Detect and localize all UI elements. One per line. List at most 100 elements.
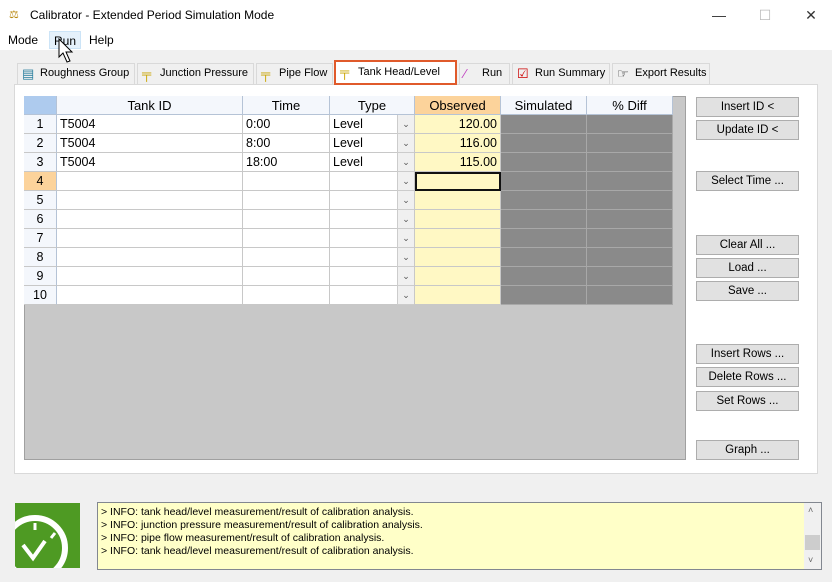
row-header[interactable]: 9 bbox=[24, 267, 57, 286]
row-header[interactable]: 8 bbox=[24, 248, 57, 267]
close-button[interactable]: ✕ bbox=[796, 4, 826, 26]
save-button[interactable]: Save ... bbox=[696, 281, 799, 301]
pct-diff-cell bbox=[587, 229, 673, 248]
type-dropdown-icon[interactable]: ⌄ bbox=[397, 134, 414, 153]
observed-cell[interactable] bbox=[415, 229, 501, 248]
tab-junction-pressure[interactable]: ╤ Junction Pressure bbox=[137, 63, 254, 84]
type-dropdown-icon[interactable]: ⌄ bbox=[397, 172, 414, 191]
type-dropdown-icon[interactable]: ⌄ bbox=[397, 286, 414, 305]
time-cell[interactable] bbox=[243, 248, 330, 267]
observed-cell[interactable] bbox=[415, 191, 501, 210]
type-dropdown-icon[interactable]: ⌄ bbox=[397, 115, 414, 134]
tank-id-cell[interactable]: T5004 bbox=[57, 153, 243, 172]
type-dropdown-icon[interactable]: ⌄ bbox=[397, 248, 414, 267]
tank-id-cell[interactable] bbox=[57, 286, 243, 305]
menu-help[interactable]: Help bbox=[87, 33, 116, 47]
time-cell[interactable] bbox=[243, 229, 330, 248]
column-header-tank-id[interactable]: Tank ID bbox=[57, 96, 243, 115]
simulated-cell bbox=[501, 286, 587, 305]
tank-id-cell[interactable] bbox=[57, 267, 243, 286]
minimize-button[interactable]: — bbox=[704, 4, 734, 26]
tank-id-cell[interactable]: T5004 bbox=[57, 134, 243, 153]
clear-all-button[interactable]: Clear All ... bbox=[696, 235, 799, 255]
time-cell[interactable] bbox=[243, 191, 330, 210]
type-dropdown-icon[interactable]: ⌄ bbox=[397, 210, 414, 229]
scroll-up-icon[interactable]: ˄ bbox=[808, 505, 813, 515]
insert-rows-button[interactable]: Insert Rows ... bbox=[696, 344, 799, 364]
type-dropdown-icon[interactable]: ⌄ bbox=[397, 191, 414, 210]
tank-id-cell[interactable] bbox=[57, 172, 243, 191]
load-button[interactable]: Load ... bbox=[696, 258, 799, 278]
time-cell[interactable] bbox=[243, 172, 330, 191]
maximize-button[interactable]: ☐ bbox=[750, 4, 780, 26]
grid-corner bbox=[24, 96, 57, 115]
column-header-time[interactable]: Time bbox=[243, 96, 330, 115]
observed-cell[interactable] bbox=[415, 172, 501, 191]
menu-bar bbox=[0, 30, 832, 50]
tab-pipe-flow[interactable]: ╤ Pipe Flow bbox=[256, 63, 333, 84]
log-line: > INFO: junction pressure measurement/re… bbox=[101, 519, 423, 531]
row-header[interactable]: 2 bbox=[24, 134, 57, 153]
set-rows-button[interactable]: Set Rows ... bbox=[696, 391, 799, 411]
insert-id-button[interactable]: Insert ID < bbox=[696, 97, 799, 117]
pct-diff-cell bbox=[587, 248, 673, 267]
observed-cell[interactable] bbox=[415, 210, 501, 229]
observed-cell[interactable]: 115.00 bbox=[415, 153, 501, 172]
simulated-cell bbox=[501, 134, 587, 153]
tab-run[interactable]: ⁄ Run bbox=[459, 63, 510, 84]
gauge-icon: ╤ bbox=[261, 66, 271, 81]
tank-id-cell[interactable] bbox=[57, 191, 243, 210]
tank-id-cell[interactable] bbox=[57, 248, 243, 267]
log-output[interactable]: > INFO: tank head/level measurement/resu… bbox=[97, 502, 822, 570]
row-header[interactable]: 5 bbox=[24, 191, 57, 210]
log-scrollbar[interactable]: ˄ ˅ bbox=[804, 503, 821, 569]
app-icon: ⚖ bbox=[9, 9, 19, 21]
tank-id-cell[interactable]: T5004 bbox=[57, 115, 243, 134]
row-header[interactable]: 1 bbox=[24, 115, 57, 134]
time-cell[interactable] bbox=[243, 210, 330, 229]
window-title: Calibrator - Extended Period Simulation … bbox=[30, 8, 275, 22]
type-dropdown-icon[interactable]: ⌄ bbox=[397, 153, 414, 172]
observed-cell[interactable] bbox=[415, 248, 501, 267]
tank-id-cell[interactable] bbox=[57, 210, 243, 229]
checklist-icon: ☑ bbox=[517, 66, 529, 81]
row-header[interactable]: 3 bbox=[24, 153, 57, 172]
pen-icon: ⁄ bbox=[464, 66, 467, 81]
delete-rows-button[interactable]: Delete Rows ... bbox=[696, 367, 799, 387]
tab-run-summary[interactable]: ☑ Run Summary bbox=[512, 63, 610, 84]
observed-cell[interactable] bbox=[415, 267, 501, 286]
time-cell[interactable] bbox=[243, 286, 330, 305]
observed-cell[interactable]: 120.00 bbox=[415, 115, 501, 134]
pct-diff-cell bbox=[587, 210, 673, 229]
row-header[interactable]: 10 bbox=[24, 286, 57, 305]
gauge-icon: ╤ bbox=[142, 66, 152, 81]
log-line: > INFO: tank head/level measurement/resu… bbox=[101, 545, 414, 557]
select-time-button[interactable]: Select Time ... bbox=[696, 171, 799, 191]
time-cell[interactable] bbox=[243, 267, 330, 286]
scroll-down-icon[interactable]: ˅ bbox=[808, 555, 813, 565]
time-cell[interactable]: 0:00 bbox=[243, 115, 330, 134]
column-header-pct-diff[interactable]: % Diff bbox=[587, 96, 673, 115]
time-cell[interactable]: 18:00 bbox=[243, 153, 330, 172]
tab-export-results[interactable]: ☞ Export Results bbox=[612, 63, 710, 84]
row-header[interactable]: 4 bbox=[24, 172, 57, 191]
observed-cell[interactable]: 116.00 bbox=[415, 134, 501, 153]
row-header[interactable]: 7 bbox=[24, 229, 57, 248]
time-cell[interactable]: 8:00 bbox=[243, 134, 330, 153]
menu-mode[interactable]: Mode bbox=[6, 33, 40, 47]
row-header[interactable]: 6 bbox=[24, 210, 57, 229]
type-dropdown-icon[interactable]: ⌄ bbox=[397, 267, 414, 286]
update-id-button[interactable]: Update ID < bbox=[696, 120, 799, 140]
tank-id-cell[interactable] bbox=[57, 229, 243, 248]
column-header-type[interactable]: Type bbox=[330, 96, 415, 115]
observed-cell[interactable] bbox=[415, 286, 501, 305]
column-header-observed[interactable]: Observed bbox=[415, 96, 501, 115]
type-dropdown-icon[interactable]: ⌄ bbox=[397, 229, 414, 248]
tab-roughness-group[interactable]: ▤ Roughness Group bbox=[17, 63, 135, 84]
graph-button[interactable]: Graph ... bbox=[696, 440, 799, 460]
simulated-cell bbox=[501, 191, 587, 210]
tab-tank-head-level[interactable]: ╤ Tank Head/Level bbox=[334, 60, 457, 85]
log-line: > INFO: tank head/level measurement/resu… bbox=[101, 506, 414, 518]
column-header-simulated[interactable]: Simulated bbox=[501, 96, 587, 115]
scroll-thumb[interactable] bbox=[805, 535, 820, 550]
